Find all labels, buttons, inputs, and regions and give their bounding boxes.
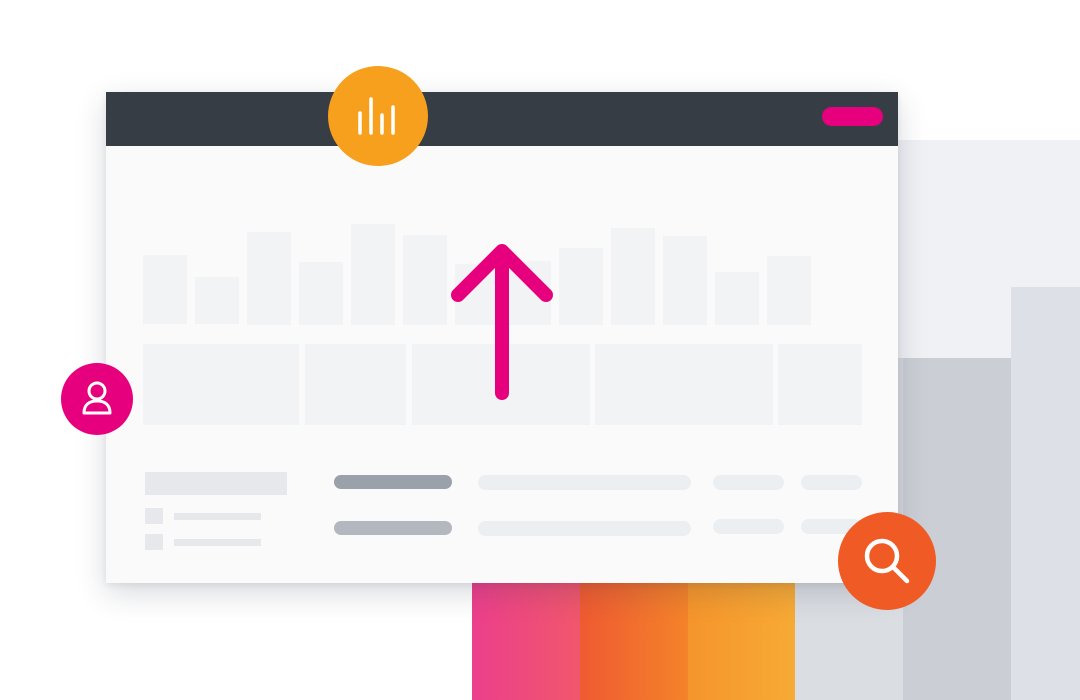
list-row-title-placeholder [334,521,452,535]
placeholder-bar [195,277,239,324]
list-row-text-placeholder [478,475,691,490]
placeholder-bar [143,255,187,324]
placeholder-bar [247,232,291,325]
list-row-text-placeholder [713,475,784,490]
placeholder-bar [767,256,811,325]
text-line-placeholder [174,539,261,546]
sidebar-heading-placeholder [145,472,287,495]
placeholder-bar [715,272,759,325]
list-row-text-placeholder [478,521,691,536]
window-titlebar [106,92,898,146]
bar-chart-icon [358,97,395,135]
placeholder-cell [595,344,773,425]
bar-chart-badge[interactable] [328,66,428,166]
list-row-title-placeholder [334,475,452,489]
placeholder-bar [351,224,395,325]
search-badge[interactable] [838,512,936,610]
checkbox-placeholder [145,534,163,550]
placeholder-bar [559,248,603,325]
background-bar [1011,287,1080,700]
placeholder-cell [305,344,406,425]
placeholder-cell [143,344,299,425]
placeholder-bar [663,236,707,325]
checkbox-placeholder [145,508,163,524]
placeholder-bar [611,228,655,325]
up-arrow-icon [451,244,553,400]
placeholder-bar [299,262,343,325]
list-row-text-placeholder [801,475,862,490]
text-line-placeholder [174,513,261,520]
search-icon [864,538,910,584]
user-badge[interactable] [61,363,133,435]
list-row-text-placeholder [713,519,784,534]
placeholder-cell [778,344,862,425]
user-icon [82,381,112,415]
titlebar-action-button[interactable] [822,107,883,126]
